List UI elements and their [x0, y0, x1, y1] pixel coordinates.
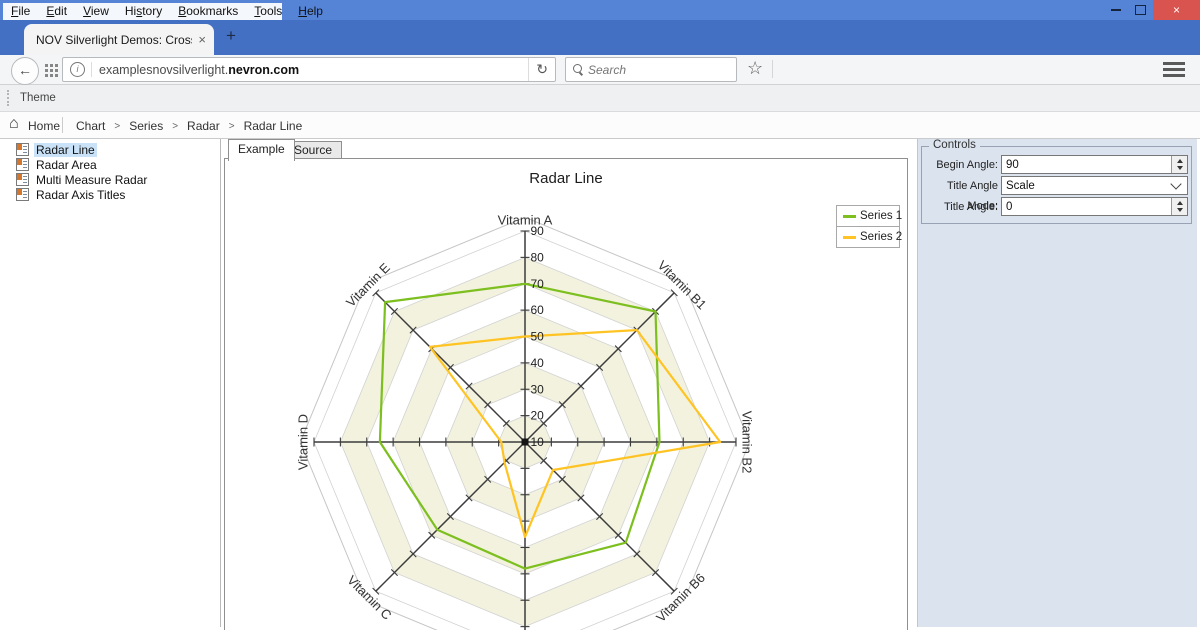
svg-text:80: 80: [531, 250, 545, 264]
series1-color-dash: [843, 215, 856, 218]
menu-tools[interactable]: Tools: [246, 3, 290, 20]
controls-panel-divider: [917, 139, 918, 627]
tree-item-radar-line[interactable]: Radar Line: [16, 142, 97, 157]
tree-item-radar-area[interactable]: Radar Area: [16, 157, 99, 172]
tree-item-radar-axis-titles[interactable]: Radar Axis Titles: [16, 187, 127, 202]
tab-close-icon[interactable]: ×: [198, 32, 206, 47]
chart-title: Radar Line: [225, 170, 907, 187]
breadcrumb-separator: >: [229, 121, 235, 132]
tab-example[interactable]: Example: [228, 139, 295, 161]
title-angle-stepper[interactable]: [1171, 198, 1187, 215]
example-page-icon: [16, 173, 29, 186]
breadcrumb-divider: [62, 117, 63, 133]
tree-item-multi-measure-radar[interactable]: Multi Measure Radar: [16, 172, 149, 187]
title-angle-mode-select[interactable]: Scale: [1001, 176, 1188, 195]
tree-item-label: Radar Line: [34, 143, 97, 157]
toolbar-divider: [772, 60, 773, 78]
svg-text:Vitamin A: Vitamin A: [498, 212, 553, 227]
toolbar-grip[interactable]: [7, 90, 9, 106]
menu-bookmarks[interactable]: Bookmarks: [170, 3, 246, 20]
chart-legend: Series 1 Series 2: [836, 206, 900, 248]
panel-divider[interactable]: [220, 139, 221, 627]
title-angle-field: [1001, 197, 1188, 216]
breadcrumb-separator: >: [172, 121, 178, 132]
svg-text:60: 60: [531, 303, 545, 317]
menu-help[interactable]: Help: [290, 3, 331, 20]
maximize-icon: [1135, 5, 1146, 15]
chevron-down-icon: [1170, 178, 1181, 189]
begin-angle-field: [1001, 155, 1188, 174]
spinner-up-icon[interactable]: [1177, 159, 1183, 163]
example-tree-panel: Radar Line Radar Area Multi Measure Rada…: [3, 139, 219, 627]
example-page-icon: [16, 143, 29, 156]
svg-text:10: 10: [531, 435, 545, 449]
svg-text:Vitamin D: Vitamin D: [295, 414, 310, 470]
spinner-down-icon[interactable]: [1177, 208, 1183, 212]
begin-angle-input[interactable]: [1002, 159, 1171, 171]
menu-bar: File Edit View History Bookmarks Tools H…: [3, 3, 282, 20]
tree-item-label: Radar Area: [34, 158, 99, 172]
example-page-icon: [16, 188, 29, 201]
url-text: examplesnovsilverlight.nevron.com: [99, 63, 528, 77]
minimize-button[interactable]: [1106, 0, 1126, 20]
title-angle-label: Title Angle:: [921, 197, 998, 217]
spinner-down-icon[interactable]: [1177, 166, 1183, 170]
tree-item-label: Multi Measure Radar: [34, 173, 149, 187]
url-bar[interactable]: i examplesnovsilverlight.nevron.com ↻: [62, 57, 556, 82]
svg-text:40: 40: [531, 356, 545, 370]
legend-item-series2: Series 2: [836, 226, 900, 248]
breadcrumb-item-chart[interactable]: Chart: [76, 119, 105, 133]
menu-view[interactable]: View: [75, 3, 117, 20]
maximize-button[interactable]: [1130, 0, 1150, 20]
series2-color-dash: [843, 236, 856, 239]
search-input[interactable]: [586, 62, 736, 78]
chart-panel: 102030405060708090Vitamin AVitamin B1Vit…: [224, 158, 908, 630]
tree-item-label: Radar Axis Titles: [34, 188, 127, 202]
menu-history[interactable]: History: [117, 3, 170, 20]
firefox-window: File Edit View History Bookmarks Tools H…: [0, 0, 1200, 630]
grid-icon[interactable]: [45, 64, 48, 67]
browser-tab[interactable]: NOV Silverlight Demos: Cross-... ×: [24, 24, 214, 55]
search-bar[interactable]: [565, 57, 737, 82]
back-button[interactable]: ←: [11, 57, 39, 85]
home-icon[interactable]: ⌂: [9, 115, 19, 133]
menu-file[interactable]: File: [3, 3, 38, 20]
legend-item-series1: Series 1: [836, 205, 900, 227]
new-tab-button[interactable]: +: [226, 26, 236, 46]
breadcrumb-home[interactable]: Home: [28, 119, 60, 133]
breadcrumb-separator: >: [114, 121, 120, 132]
example-page-icon: [16, 158, 29, 171]
site-info-icon[interactable]: i: [70, 62, 85, 77]
svg-text:20: 20: [531, 409, 545, 423]
search-icon: [573, 64, 582, 73]
theme-toolbar: [0, 85, 1200, 112]
reload-icon[interactable]: ↻: [528, 58, 555, 81]
breadcrumb-item-radar-line[interactable]: Radar Line: [244, 119, 303, 133]
svg-text:30: 30: [531, 382, 545, 396]
url-divider: [91, 62, 92, 77]
spinner-up-icon[interactable]: [1177, 201, 1183, 205]
begin-angle-stepper[interactable]: [1171, 156, 1187, 173]
close-button[interactable]: ×: [1153, 0, 1200, 20]
begin-angle-label: Begin Angle:: [921, 155, 998, 175]
radar-chart: 102030405060708090Vitamin AVitamin B1Vit…: [225, 159, 907, 630]
svg-text:50: 50: [531, 330, 545, 344]
menu-edit[interactable]: Edit: [38, 3, 75, 20]
bookmark-star-icon[interactable]: ☆: [747, 58, 763, 79]
title-angle-input[interactable]: [1002, 201, 1171, 213]
title-angle-mode-value: Scale: [1002, 180, 1172, 192]
tab-title: NOV Silverlight Demos: Cross-...: [36, 33, 192, 47]
breadcrumb-item-series[interactable]: Series: [129, 119, 163, 133]
menu-hamburger-icon[interactable]: [1163, 62, 1185, 65]
breadcrumb: Chart > Series > Radar > Radar Line: [76, 119, 302, 133]
theme-button[interactable]: Theme: [20, 92, 56, 104]
svg-text:Vitamin B2: Vitamin B2: [740, 411, 755, 474]
minimize-icon: [1111, 9, 1121, 11]
controls-groupbox-title: Controls: [929, 139, 980, 151]
breadcrumb-item-radar[interactable]: Radar: [187, 119, 220, 133]
svg-text:70: 70: [531, 277, 545, 291]
